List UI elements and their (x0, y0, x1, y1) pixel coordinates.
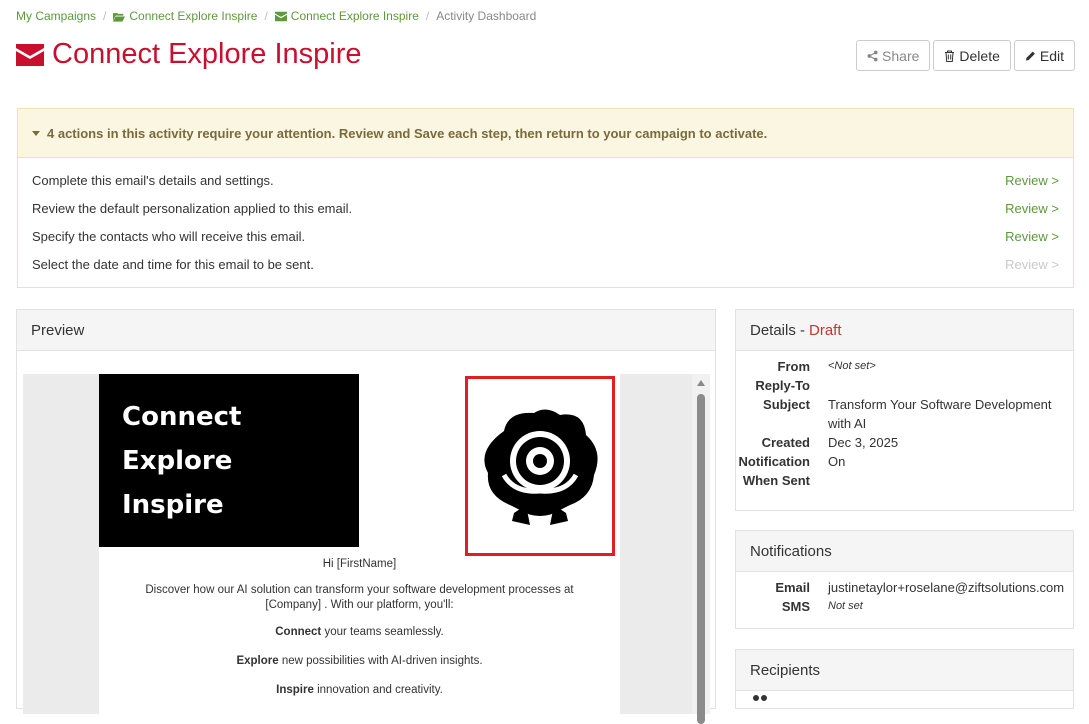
task-row: Review the default personalization appli… (18, 194, 1073, 222)
task-row: Specify the contacts who will receive th… (18, 222, 1073, 250)
caret-down-icon (32, 130, 40, 136)
breadcrumb-separator: / (425, 9, 430, 23)
email-preview-frame[interactable]: Connect Explore Inspire Hi [FirstName] D… (23, 374, 696, 714)
breadcrumb-email[interactable]: Connect Explore Inspire (274, 9, 419, 23)
scroll-up-arrow-icon[interactable] (697, 380, 705, 386)
share-button[interactable]: Share (856, 40, 931, 71)
rose-logo-icon (484, 409, 598, 525)
attention-toggle[interactable]: 4 actions in this activity require your … (18, 109, 1073, 158)
preview-panel: Preview Connect Explore Inspire Hi [Firs… (16, 309, 716, 724)
share-icon (867, 50, 878, 61)
detail-row-subject: Subject Transform Your Software Developm… (763, 397, 1052, 431)
email-bullet: Explore new possibilities with AI-driven… (236, 655, 483, 667)
detail-row-reply-to: Reply-To (755, 378, 810, 393)
email-body: Hi [FirstName] Discover how our AI solut… (99, 557, 620, 712)
pencil-icon (1025, 51, 1035, 61)
review-link-details[interactable]: Review > (1005, 173, 1059, 188)
hero-line: Inspire (122, 490, 224, 520)
email-intro: Discover how our AI solution can transfo… (145, 584, 574, 611)
task-row: Complete this email's details and settin… (18, 166, 1073, 194)
notifications-panel: Notifications Email justinetaylor+rosela… (735, 530, 1074, 629)
page-title: Connect Explore Inspire (16, 38, 362, 71)
detail-row-from: From <Not set> (777, 359, 876, 374)
task-text: Review the default personalization appli… (32, 200, 353, 216)
users-icon (753, 695, 767, 701)
review-link-schedule: Review > (1005, 256, 1059, 272)
breadcrumb-separator: / (103, 9, 107, 23)
task-row: Select the date and time for this email … (18, 250, 1073, 278)
notifications-heading: Notifications (736, 531, 1073, 572)
page-title-text: Connect Explore Inspire (52, 38, 362, 70)
envelope-icon (274, 11, 287, 21)
details-panel: Details - Draft From <Not set> Reply-To S… (735, 309, 1074, 511)
task-text: Select the date and time for this email … (32, 256, 314, 272)
envelope-icon (16, 43, 44, 66)
details-heading: Details - Draft (736, 310, 1073, 351)
email-logo-image (465, 376, 615, 556)
hero-line: Connect (122, 402, 242, 432)
recipients-panel: Recipients (735, 649, 1074, 709)
review-link-contacts[interactable]: Review > (1005, 229, 1059, 244)
email-bullet: Connect your teams seamlessly. (275, 626, 444, 638)
detail-row-notification: Notification When Sent On (738, 454, 846, 488)
breadcrumb: My Campaigns / Connect Explore Inspire /… (16, 9, 536, 23)
email-hero-banner: Connect Explore Inspire (99, 374, 359, 547)
folder-open-icon (113, 12, 126, 22)
email-canvas: Connect Explore Inspire Hi [FirstName] D… (99, 374, 620, 714)
task-text: Complete this email's details and settin… (32, 172, 274, 188)
scroll-thumb[interactable] (697, 394, 705, 724)
breadcrumb-separator: / (264, 9, 268, 23)
header-actions: Share Delete Edit (856, 40, 1075, 71)
task-list: Complete this email's details and settin… (18, 158, 1073, 278)
breadcrumb-current: Activity Dashboard (436, 9, 537, 23)
recipients-heading: Recipients (736, 650, 1073, 691)
hero-line: Explore (122, 446, 233, 476)
attention-heading: 4 actions in this activity require your … (47, 125, 768, 141)
preview-heading: Preview (17, 310, 715, 351)
notification-row-sms: SMS Not set (781, 599, 863, 614)
delete-button[interactable]: Delete (933, 40, 1011, 71)
email-bullet: Inspire innovation and creativity. (276, 684, 443, 696)
notification-row-email: Email justinetaylor+roselane@ziftsolutio… (775, 580, 1065, 595)
edit-button[interactable]: Edit (1013, 40, 1075, 71)
attention-panel: 4 actions in this activity require your … (17, 108, 1074, 288)
status-badge: Draft (809, 321, 842, 339)
trash-icon (945, 50, 955, 62)
preview-scrollbar[interactable] (692, 374, 710, 724)
review-link-personalization[interactable]: Review > (1005, 201, 1059, 216)
task-text: Specify the contacts who will receive th… (32, 228, 306, 244)
email-greeting: Hi [FirstName] (322, 558, 397, 570)
breadcrumb-campaign[interactable]: Connect Explore Inspire (113, 9, 257, 23)
detail-row-created: Created Dec 3, 2025 (761, 435, 899, 450)
breadcrumb-my-campaigns[interactable]: My Campaigns (16, 9, 96, 23)
